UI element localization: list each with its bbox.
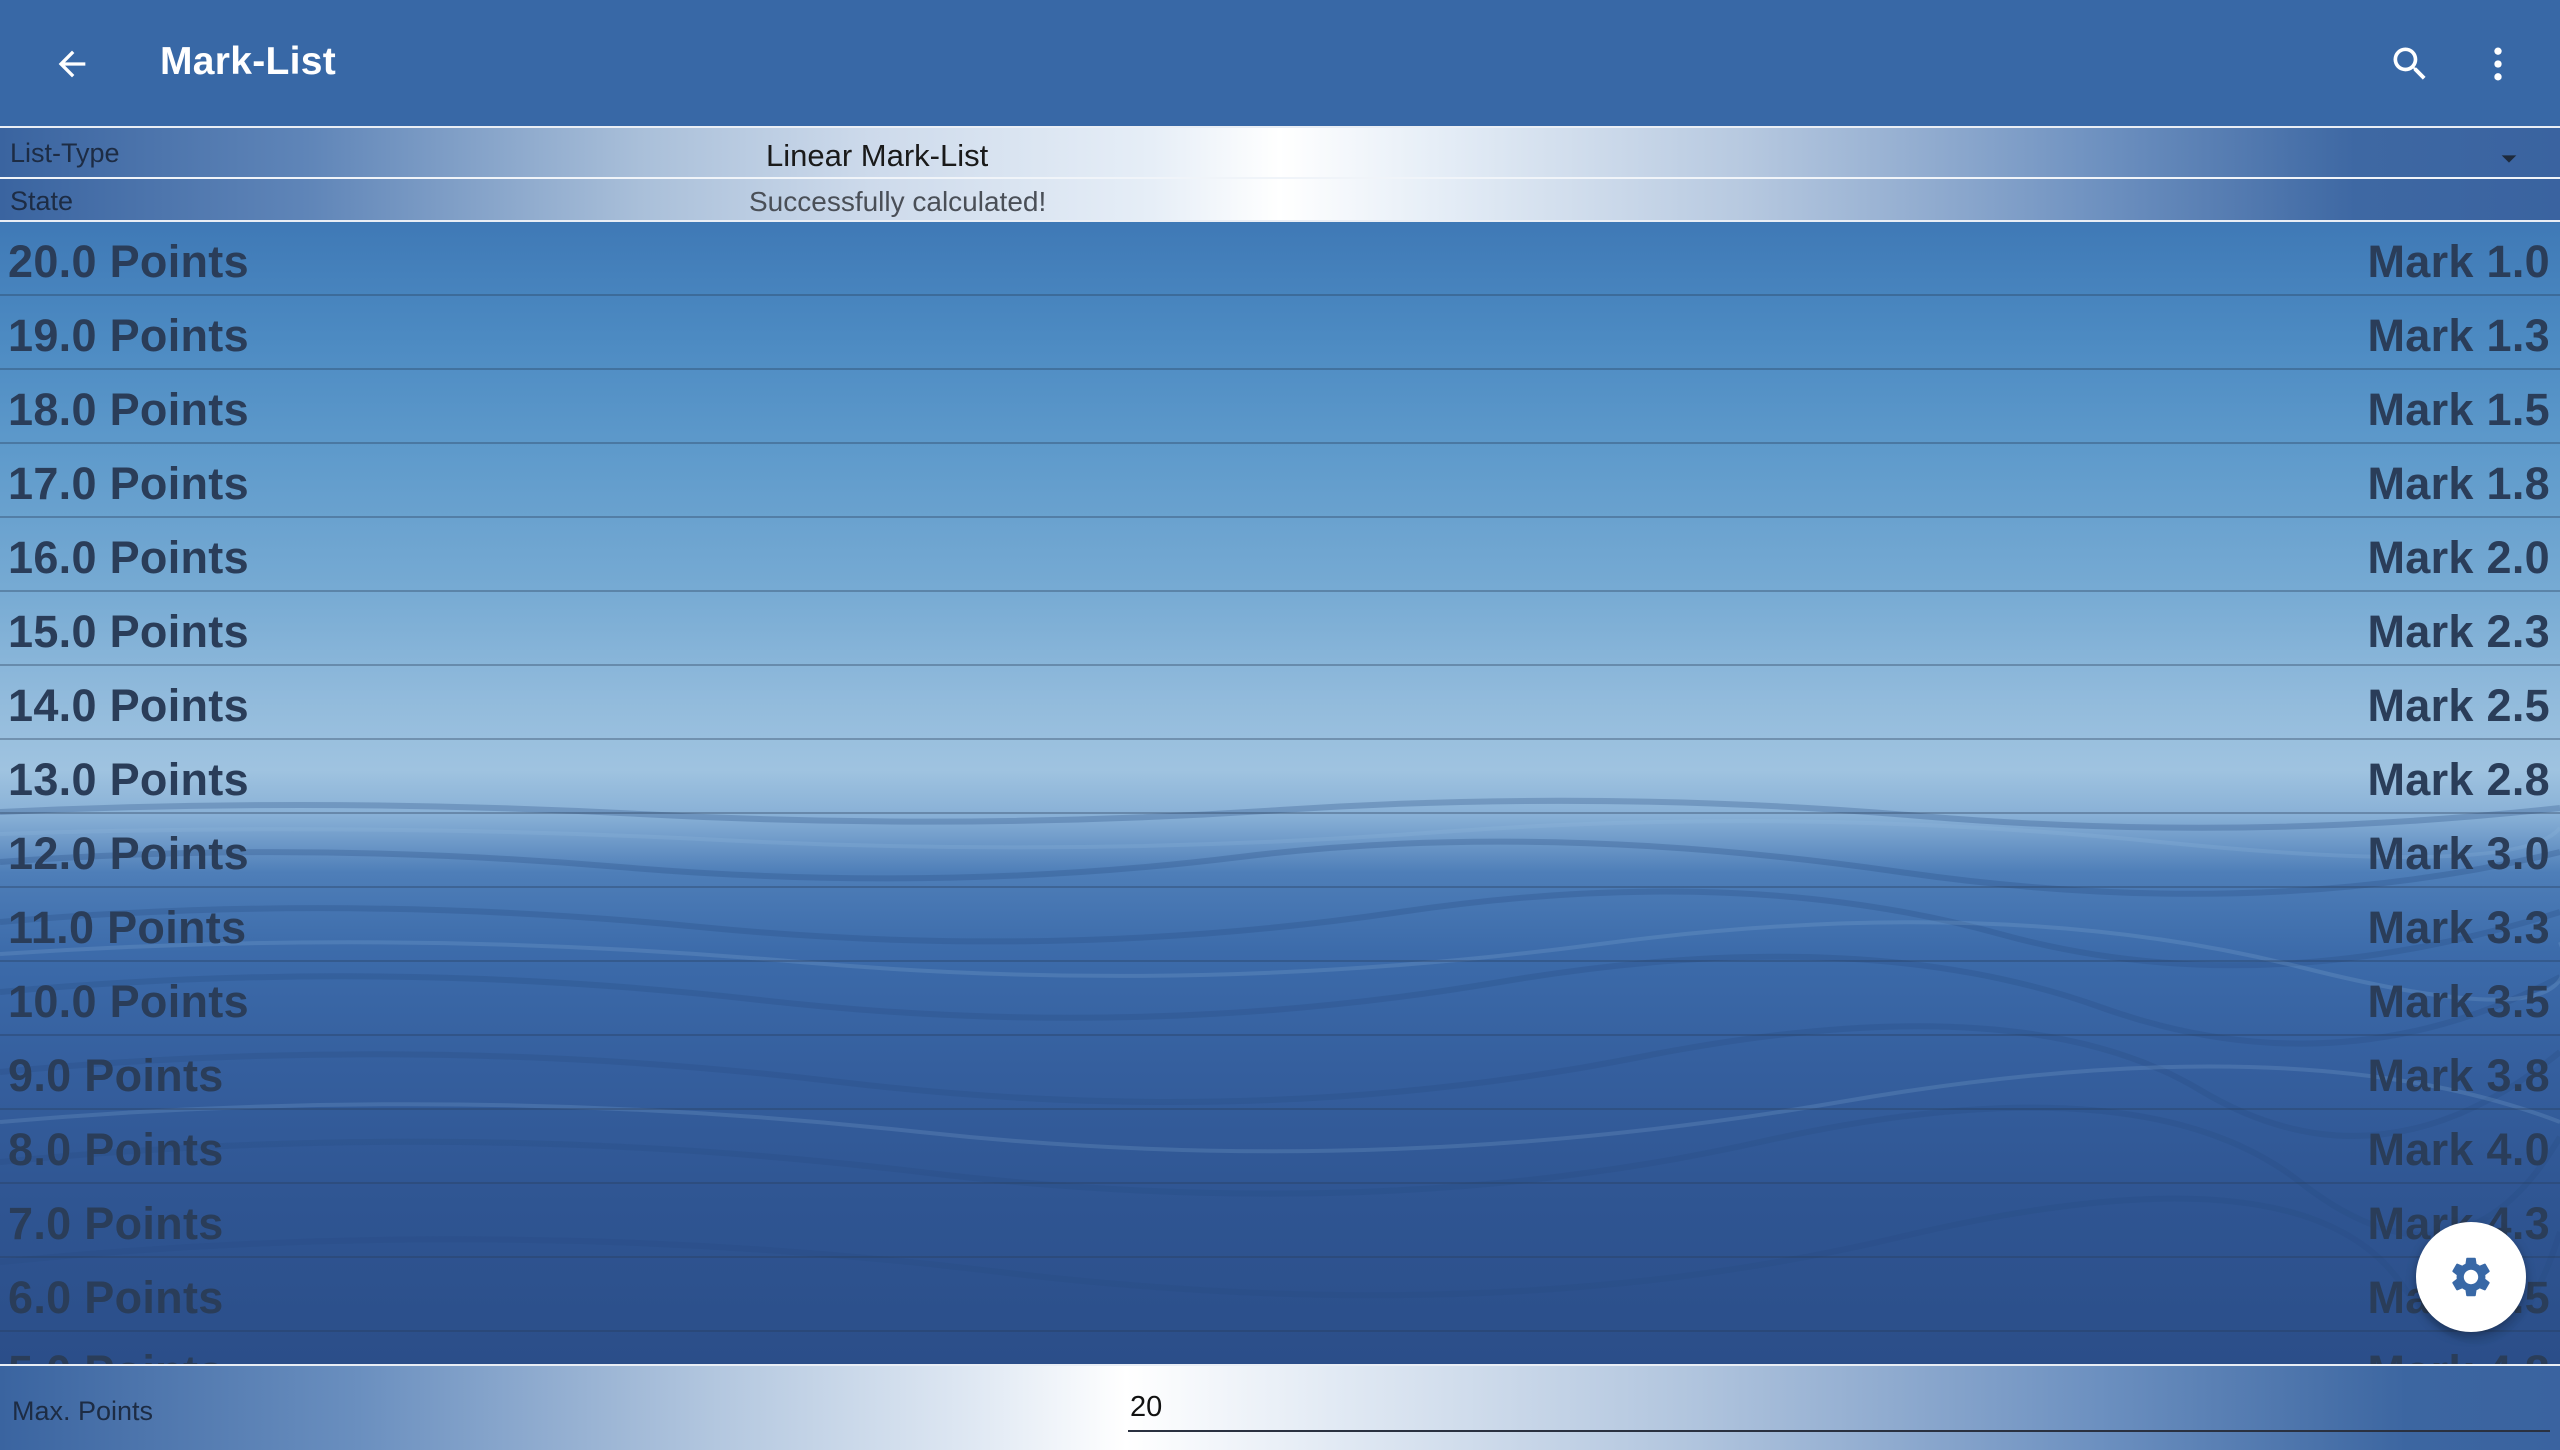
- list-item[interactable]: 16.0 Points Mark 2.0: [0, 518, 2560, 592]
- list-item[interactable]: 19.0 Points Mark 1.3: [0, 296, 2560, 370]
- list-item[interactable]: 13.0 Points Mark 2.8: [0, 740, 2560, 814]
- mark-text: Mark 1.0: [2367, 236, 2550, 287]
- mark-text: Mark 2.8: [2367, 754, 2550, 805]
- mark-text: Mark 1.5: [2367, 384, 2550, 435]
- list-item[interactable]: 12.0 Points Mark 3.0: [0, 814, 2560, 888]
- list-type-select[interactable]: Linear Mark-List: [766, 138, 988, 174]
- points-text: 12.0 Points: [8, 828, 249, 879]
- list-type-label: List-Type: [10, 138, 120, 168]
- points-text: 8.0 Points: [8, 1124, 224, 1175]
- list-item[interactable]: 9.0 Points Mark 3.8: [0, 1036, 2560, 1110]
- list-settings-panel: List-Type Linear Mark-List State Success…: [0, 126, 2560, 222]
- max-points-label: Max. Points: [12, 1396, 154, 1426]
- mark-text: Mark 3.3: [2367, 902, 2550, 953]
- points-text: 9.0 Points: [8, 1050, 224, 1101]
- page-title: Mark-List: [160, 40, 337, 83]
- points-text: 18.0 Points: [8, 384, 249, 435]
- list-item[interactable]: 8.0 Points Mark 4.0: [0, 1110, 2560, 1184]
- list-item[interactable]: 17.0 Points Mark 1.8: [0, 444, 2560, 518]
- mark-text: Mark 3.8: [2367, 1050, 2550, 1101]
- points-text: 10.0 Points: [8, 976, 249, 1027]
- search-icon: [2393, 47, 2426, 80]
- more-options-button[interactable]: [2470, 36, 2526, 92]
- mark-text: Mark 3.5: [2367, 976, 2550, 1027]
- points-text: 16.0 Points: [8, 532, 249, 583]
- max-points-bar: Max. Points: [0, 1364, 2560, 1450]
- points-text: 7.0 Points: [8, 1198, 224, 1249]
- mark-text: Mark 4.8: [2367, 1346, 2550, 1364]
- back-button[interactable]: [44, 38, 100, 90]
- mark-text: Mark 2.0: [2367, 532, 2550, 583]
- search-button[interactable]: [2382, 36, 2438, 92]
- points-text: 6.0 Points: [8, 1272, 224, 1323]
- points-text: 5.0 Points: [8, 1346, 224, 1364]
- state-label: State: [10, 186, 74, 216]
- points-text: 17.0 Points: [8, 458, 249, 509]
- list-item[interactable]: 20.0 Points Mark 1.0: [0, 222, 2560, 296]
- divider: [0, 177, 2560, 179]
- mark-text: Mark 4.0: [2367, 1124, 2550, 1175]
- mark-text: Mark 1.8: [2367, 458, 2550, 509]
- points-text: 19.0 Points: [8, 310, 249, 361]
- mark-list[interactable]: 20.0 Points Mark 1.0 19.0 Points Mark 1.3 18…: [0, 222, 2560, 1364]
- state-value: Successfully calculated!: [749, 186, 1047, 217]
- max-points-input[interactable]: [1128, 1384, 2550, 1432]
- list-item[interactable]: 6.0 PointsMark 4.5: [0, 1258, 2560, 1332]
- list-item[interactable]: 10.0 Points Mark 3.5: [0, 962, 2560, 1036]
- mark-text: Mark 2.5: [2367, 680, 2550, 731]
- list-item[interactable]: 15.0 Points Mark 2.3: [0, 592, 2560, 666]
- more-vert-icon: [2494, 47, 2502, 81]
- points-text: 11.0 Points: [8, 902, 247, 953]
- arrow-left-icon: [58, 50, 86, 78]
- gear-icon: [2452, 1257, 2490, 1297]
- mark-text: Mark 2.3: [2367, 606, 2550, 657]
- mark-text: Mark 3.0: [2367, 828, 2550, 879]
- points-text: 14.0 Points: [8, 680, 249, 731]
- settings-fab-button[interactable]: [2416, 1222, 2526, 1332]
- list-item[interactable]: 18.0 Points Mark 1.5: [0, 370, 2560, 444]
- dropdown-arrow-icon[interactable]: [2498, 148, 2520, 170]
- list-item[interactable]: 5.0 Points Mark 4.8: [0, 1332, 2560, 1364]
- list-item[interactable]: 7.0 Points Mark 4.3: [0, 1184, 2560, 1258]
- mark-text: Mark 1.3: [2367, 310, 2550, 361]
- app-toolbar: Mark-List: [0, 0, 2560, 126]
- points-text: 15.0 Points: [8, 606, 249, 657]
- points-text: 20.0 Points: [8, 236, 249, 287]
- list-item[interactable]: 14.0 Points Mark 2.5: [0, 666, 2560, 740]
- points-text: 13.0 Points: [8, 754, 249, 805]
- list-item[interactable]: 11.0 Points Mark 3.3: [0, 888, 2560, 962]
